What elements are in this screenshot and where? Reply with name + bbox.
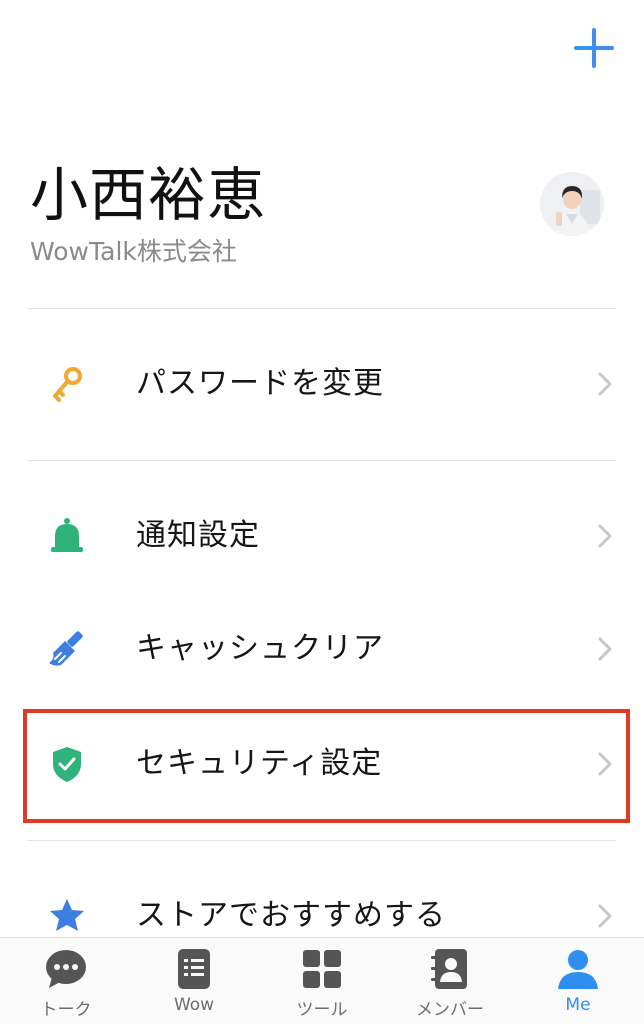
- chevron-right-icon: [596, 904, 614, 928]
- menu-item-clear-cache[interactable]: キャッシュクリア: [0, 599, 644, 699]
- chevron-right-icon: [596, 752, 614, 776]
- divider: [28, 308, 616, 309]
- tab-label: ツール: [296, 1000, 348, 1020]
- tab-tools[interactable]: ツール: [258, 938, 386, 1024]
- menu-item-change-password[interactable]: パスワードを変更: [0, 334, 644, 434]
- tab-talk[interactable]: トーク: [2, 938, 130, 1024]
- star-icon: [44, 896, 90, 936]
- brush-icon: [44, 629, 90, 669]
- avatar[interactable]: [540, 172, 604, 236]
- profile-name: 小西裕恵: [30, 161, 267, 229]
- menu-item-security-settings[interactable]: セキュリティ設定: [0, 714, 644, 814]
- menu-item-notification-settings[interactable]: 通知設定: [0, 486, 644, 586]
- key-icon: [44, 364, 90, 404]
- menu-item-label: 通知設定: [136, 518, 260, 553]
- profile-company: WowTalk株式会社: [30, 237, 237, 266]
- tab-members[interactable]: メンバー: [386, 938, 514, 1024]
- menu-item-label: パスワードを変更: [136, 366, 384, 401]
- contacts-icon: [428, 947, 472, 991]
- tab-label: Me: [565, 995, 591, 1015]
- tab-label: Wow: [173, 995, 215, 1015]
- grid-icon: [300, 947, 344, 991]
- chevron-right-icon: [596, 637, 614, 661]
- tab-wow[interactable]: Wow: [130, 938, 258, 1024]
- list-icon: [172, 947, 216, 991]
- tab-label: トーク: [40, 1000, 92, 1020]
- menu-item-label: キャッシュクリア: [136, 631, 384, 666]
- divider: [28, 460, 616, 461]
- shield-check-icon: [44, 744, 90, 784]
- add-button[interactable]: [572, 26, 616, 70]
- chevron-right-icon: [596, 372, 614, 396]
- tab-bar: トーク Wow ツール メンバー Me: [0, 937, 644, 1024]
- chat-bubble-icon: [44, 947, 88, 991]
- chevron-right-icon: [596, 524, 614, 548]
- bell-icon: [44, 516, 90, 556]
- menu-item-label: セキュリティ設定: [136, 746, 383, 781]
- person-icon: [556, 947, 600, 991]
- tab-me[interactable]: Me: [514, 938, 642, 1024]
- tab-label: メンバー: [416, 1000, 484, 1020]
- divider: [28, 840, 616, 841]
